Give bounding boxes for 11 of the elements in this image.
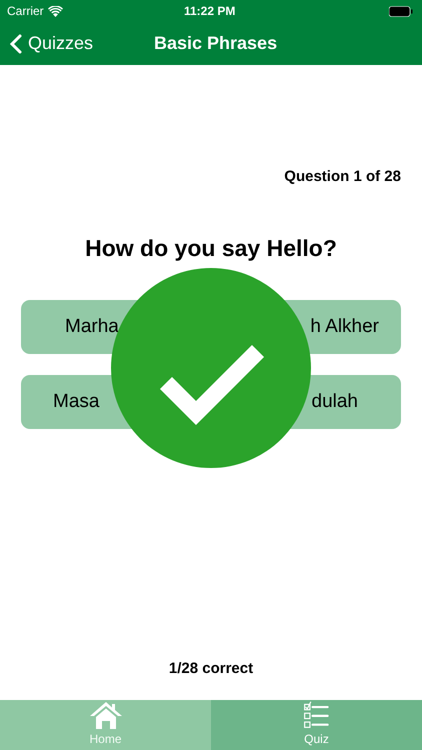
question-text: How do you say Hello? <box>85 234 337 263</box>
back-button[interactable]: Quizzes <box>0 30 94 57</box>
home-icon <box>88 700 122 730</box>
chevron-left-icon <box>10 34 22 54</box>
wifi-icon <box>48 6 63 16</box>
score-label: 1/28 correct <box>168 658 254 678</box>
screen-title: Basic Phrases <box>154 32 278 55</box>
battery-icon <box>389 6 413 16</box>
clock-label: 11:22 PM <box>184 3 236 20</box>
progress-label: Question 1 of 28 <box>284 167 401 187</box>
carrier-label: Carrier <box>7 3 44 20</box>
